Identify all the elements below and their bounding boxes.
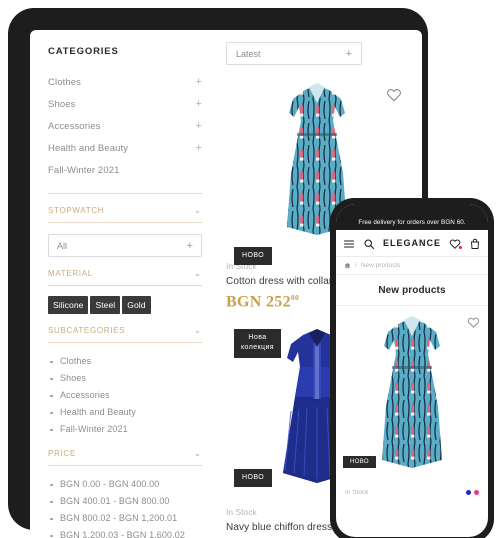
price-range-list: BGN 0.00 - BGN 400.00 BGN 400.01 - BGN 8… <box>48 475 202 538</box>
chevron-down-icon[interactable]: ⌄ <box>194 325 202 336</box>
phone-product-card[interactable]: НОВО In Stock <box>336 306 488 496</box>
filter-title: STOPWATCH <box>48 206 105 215</box>
material-chip-steel[interactable]: Steel <box>90 296 121 314</box>
category-item-health-and-beauty[interactable]: Health and Beauty + <box>48 137 202 159</box>
filter-section-stopwatch[interactable]: STOPWATCH ⌄ <box>48 194 202 222</box>
phone-notch <box>381 204 443 217</box>
stopwatch-select[interactable]: All + <box>48 234 202 257</box>
heart-icon[interactable] <box>386 87 402 103</box>
category-list: Clothes + Shoes + Accessories + Health a… <box>48 71 202 181</box>
chevron-down-icon[interactable]: ⌄ <box>194 268 202 279</box>
filter-underline <box>48 465 202 466</box>
chevron-down-icon[interactable]: ⌄ <box>194 448 202 459</box>
heart-icon[interactable] <box>467 316 480 329</box>
category-label: Shoes <box>48 98 76 110</box>
filter-section-price[interactable]: PRICE ⌄ <box>48 437 202 465</box>
search-icon[interactable] <box>363 237 375 250</box>
category-label: Clothes <box>48 76 82 88</box>
subcategory-item[interactable]: Accessories <box>48 386 202 403</box>
filter-title: MATERIAL <box>48 269 93 278</box>
phone-screen: Free delivery for orders over BGN 60. EL… <box>336 204 488 537</box>
color-swatch-pink[interactable] <box>474 490 479 495</box>
filter-underline <box>48 285 202 286</box>
price-range-item[interactable]: BGN 800.02 - BGN 1,200.01 <box>48 509 202 526</box>
category-label: Health and Beauty <box>48 142 129 154</box>
subcategory-item[interactable]: Fall-Winter 2021 <box>48 420 202 437</box>
product-badge-new: НОВО <box>234 469 273 488</box>
product-stock-status: In Stock <box>345 489 369 496</box>
color-swatch-group <box>466 490 479 495</box>
shopping-bag-icon[interactable] <box>469 237 481 249</box>
page-title: New products <box>336 275 488 306</box>
sort-value: Latest <box>236 48 261 59</box>
filter-title: PRICE <box>48 449 76 458</box>
expand-plus-icon[interactable]: + <box>195 76 202 88</box>
filter-section-material[interactable]: MATERIAL ⌄ <box>48 257 202 285</box>
breadcrumb-current: New products <box>360 262 401 269</box>
hamburger-menu-icon[interactable] <box>343 237 355 249</box>
expand-plus-icon[interactable]: + <box>195 98 202 110</box>
phone-device-frame: Free delivery for orders over BGN 60. EL… <box>330 198 494 538</box>
subcategory-item[interactable]: Clothes <box>48 352 202 369</box>
phone-navbar: ELEGANCE <box>336 230 488 257</box>
store-brand-name[interactable]: ELEGANCE <box>383 238 441 248</box>
material-chip-silicone[interactable]: Silicone <box>48 296 89 314</box>
phone-product-footer: In Stock <box>336 482 488 496</box>
material-chip-group: Silicone Steel Gold <box>48 296 202 314</box>
expand-plus-icon[interactable]: + <box>195 120 202 132</box>
categories-heading: CATEGORIES <box>48 46 119 57</box>
filter-underline <box>48 342 202 343</box>
material-chip-gold[interactable]: Gold <box>122 296 151 314</box>
sort-dropdown[interactable]: Latest + <box>226 42 362 65</box>
home-icon[interactable] <box>344 262 351 269</box>
subcategory-item[interactable]: Shoes <box>48 369 202 386</box>
stopwatch-select-value: All <box>57 240 68 251</box>
filter-underline <box>48 222 202 223</box>
category-item-fall-winter-2021[interactable]: Fall-Winter 2021 <box>48 159 202 181</box>
filter-title: SUBCATEGORIES <box>48 326 126 335</box>
chevron-down-icon[interactable]: ⌄ <box>194 205 202 216</box>
price-cents: 00 <box>290 293 300 302</box>
badge-line-1: Нова <box>248 334 267 342</box>
price-amount: BGN 252 <box>226 293 291 311</box>
price-range-item[interactable]: BGN 0.00 - BGN 400.00 <box>48 475 202 492</box>
breadcrumb-separator: / <box>355 262 357 269</box>
product-badge-new: НОВО <box>343 456 376 468</box>
breadcrumb: / New products <box>336 257 488 275</box>
expand-plus-icon[interactable]: + <box>187 240 193 252</box>
color-swatch-blue[interactable] <box>466 490 471 495</box>
wishlist-notification-badge <box>458 245 463 250</box>
filter-sidebar: CATEGORIES Clothes + Shoes + Accessories… <box>30 30 216 538</box>
screenshot-stage: CATEGORIES Clothes + Shoes + Accessories… <box>0 0 500 538</box>
expand-plus-icon[interactable]: + <box>195 142 202 154</box>
expand-plus-icon[interactable]: + <box>346 48 352 60</box>
category-item-shoes[interactable]: Shoes + <box>48 93 202 115</box>
price-range-item[interactable]: BGN 1,200.03 - BGN 1,600.02 <box>48 526 202 538</box>
category-item-clothes[interactable]: Clothes + <box>48 71 202 93</box>
category-item-accessories[interactable]: Accessories + <box>48 115 202 137</box>
category-label: Accessories <box>48 120 101 132</box>
heart-icon[interactable] <box>449 237 463 250</box>
product-badge-new-collection: Нова колекция <box>234 329 281 358</box>
subcategory-list: Clothes Shoes Accessories Health and Bea… <box>48 352 202 437</box>
filter-section-subcategories[interactable]: SUBCATEGORIES ⌄ <box>48 314 202 342</box>
category-label: Fall-Winter 2021 <box>48 164 120 176</box>
badge-line-2: колекция <box>241 344 274 352</box>
product-badge-new: НОВО <box>234 247 273 266</box>
subcategory-item[interactable]: Health and Beauty <box>48 403 202 420</box>
price-range-item[interactable]: BGN 400.01 - BGN 800.00 <box>48 492 202 509</box>
